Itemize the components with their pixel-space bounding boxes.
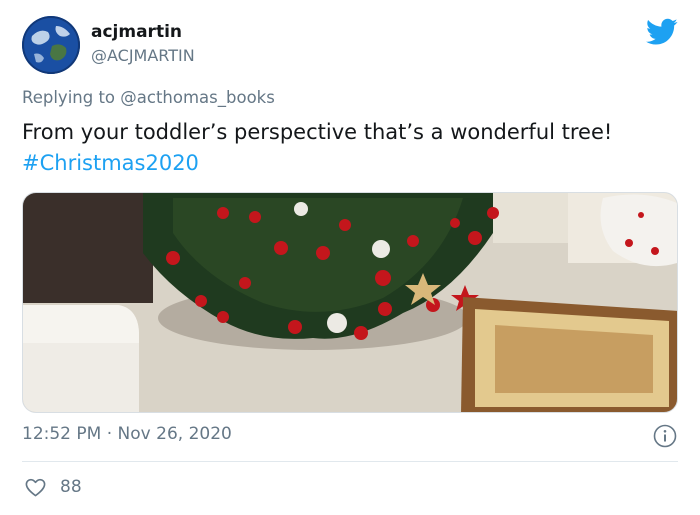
tweet-photo[interactable] [22, 192, 678, 413]
twitter-bird-icon[interactable] [646, 18, 678, 46]
reply-mention-link[interactable]: @acthomas_books [120, 88, 275, 107]
tweet-body: From your toddler’s perspective that’s a… [22, 120, 613, 144]
timestamp-separator: · [101, 424, 118, 444]
tweet-time: 12:52 PM [22, 424, 102, 444]
tweet-text: From your toddler’s perspective that’s a… [22, 117, 672, 179]
avatar[interactable] [22, 16, 80, 74]
like-count: 88 [60, 477, 82, 497]
user-handle[interactable]: @ACJMARTIN [91, 46, 195, 65]
info-icon[interactable] [653, 424, 677, 448]
display-name[interactable]: acjmartin [91, 22, 182, 42]
heart-icon[interactable] [24, 476, 47, 499]
christmas-tree-photo [23, 193, 677, 412]
divider [22, 461, 678, 462]
earth-avatar-image [22, 16, 80, 74]
tweet-timestamp[interactable]: 12:52 PM · Nov 26, 2020 [22, 424, 232, 444]
replying-to-line: Replying to @acthomas_books [22, 88, 275, 107]
replying-to-label: Replying to [22, 88, 121, 107]
hashtag-link[interactable]: #Christmas2020 [22, 151, 199, 175]
tweet-date: Nov 26, 2020 [117, 424, 232, 444]
